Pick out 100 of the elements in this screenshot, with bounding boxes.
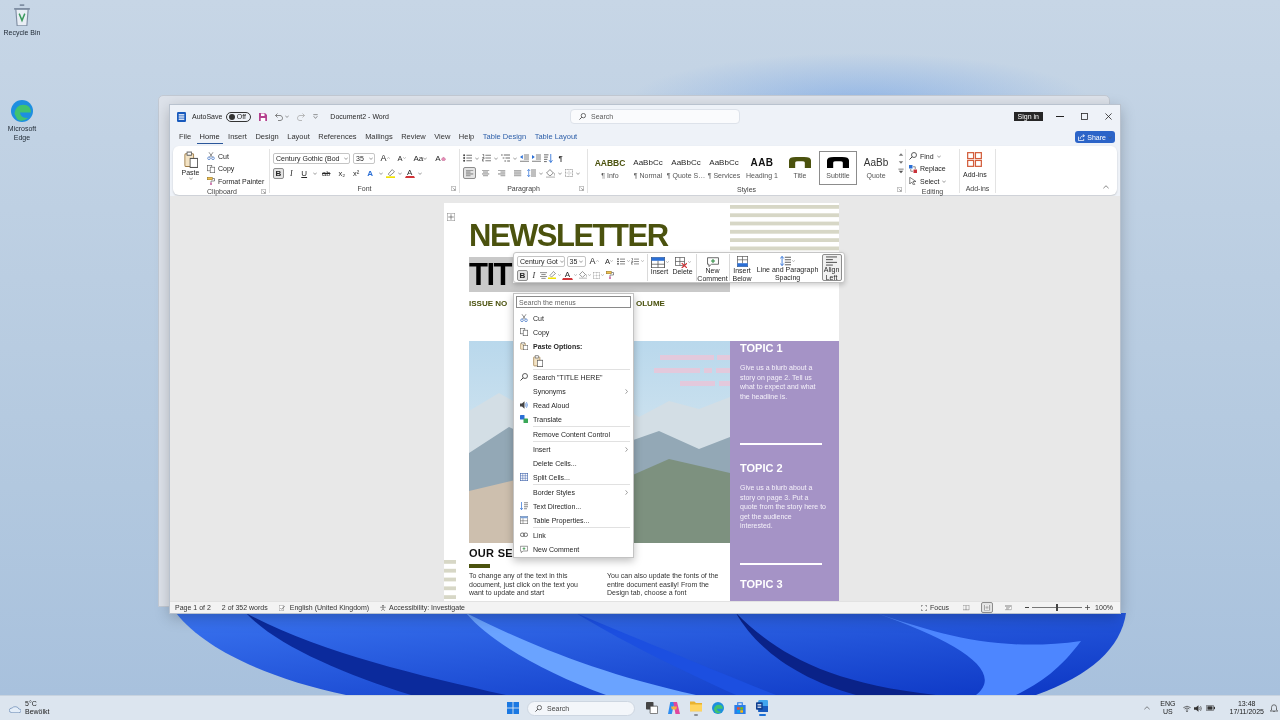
dialog-launcher-icon[interactable] <box>451 186 456 191</box>
borders-icon[interactable] <box>592 271 600 279</box>
caret-icon[interactable] <box>397 171 402 175</box>
paste-icon[interactable] <box>533 355 543 367</box>
clear-formatting-button[interactable]: A <box>432 152 449 164</box>
caret-icon <box>687 261 691 263</box>
change-case-button[interactable]: Aa <box>411 152 430 164</box>
highlighter-icon[interactable] <box>385 168 395 178</box>
caret-icon[interactable] <box>494 156 498 160</box>
dialog-launcher-icon[interactable] <box>897 186 902 192</box>
bold-button[interactable]: B <box>517 269 528 281</box>
style-preview-text: AaBb <box>863 156 889 169</box>
numbering-icon[interactable] <box>482 154 491 162</box>
cloud-icon[interactable] <box>9 703 21 713</box>
dialog-launcher-icon[interactable] <box>261 188 266 194</box>
paint-bucket-icon[interactable] <box>578 271 587 279</box>
save-icon[interactable] <box>259 112 268 121</box>
start-icon[interactable] <box>507 702 519 714</box>
caret-icon[interactable] <box>475 156 479 160</box>
align-left-icon[interactable] <box>463 167 476 179</box>
print-layout-icon[interactable] <box>981 602 994 613</box>
caret-icon[interactable] <box>513 156 517 160</box>
font-color-button[interactable]: A <box>404 168 415 178</box>
paint-bucket-icon[interactable] <box>546 168 555 178</box>
style-preview-text: AAB <box>750 156 774 169</box>
caret-icon[interactable] <box>576 171 580 175</box>
close-icon[interactable] <box>1104 113 1112 120</box>
bell-icon[interactable] <box>1270 704 1278 712</box>
grow-font-button[interactable]: A <box>587 255 601 267</box>
caret-icon[interactable] <box>626 260 630 262</box>
italic-button[interactable]: I <box>529 269 539 281</box>
maximize-icon[interactable] <box>1080 113 1088 120</box>
align-right-icon[interactable] <box>495 167 508 179</box>
caret-icon[interactable] <box>601 274 605 276</box>
increase-indent-icon[interactable] <box>532 154 541 162</box>
bold-button[interactable]: B <box>273 167 284 179</box>
bullets-icon[interactable] <box>463 154 472 162</box>
font-color-button[interactable]: A <box>562 270 573 280</box>
scroll-down-icon[interactable] <box>898 160 904 165</box>
paintbrush-icon[interactable] <box>605 271 614 279</box>
battery-icon[interactable] <box>1206 705 1216 711</box>
folder-icon[interactable] <box>690 700 702 712</box>
chevron-up-icon[interactable] <box>1144 706 1151 710</box>
multilevel-list-icon[interactable] <box>501 154 510 162</box>
zoom-slider-thumb[interactable] <box>1056 604 1059 611</box>
caret-icon <box>1108 135 1112 139</box>
copy-icon <box>520 328 528 336</box>
document-app-icon[interactable] <box>756 700 768 712</box>
borders-icon[interactable] <box>565 169 573 177</box>
caret-icon[interactable] <box>539 171 543 175</box>
caret-icon[interactable] <box>574 274 578 276</box>
search-icon <box>909 152 917 161</box>
sort-icon[interactable] <box>544 153 553 163</box>
table-grid-icon <box>520 473 528 481</box>
task-view-icon[interactable] <box>646 702 658 714</box>
more-styles-icon[interactable] <box>898 168 904 174</box>
numbering-icon[interactable] <box>631 257 640 265</box>
caret-icon[interactable] <box>588 274 592 276</box>
caret-icon[interactable] <box>312 171 317 175</box>
undo-icon[interactable] <box>275 112 284 121</box>
collapse-ribbon-icon[interactable] <box>1103 185 1109 189</box>
wifi-icon[interactable] <box>1183 704 1192 712</box>
caret-icon <box>423 156 428 160</box>
caret-icon[interactable] <box>558 171 562 175</box>
proofing-icon[interactable] <box>278 604 285 611</box>
customize-toolbar-icon[interactable] <box>313 114 319 119</box>
text-effects-button[interactable]: A <box>364 167 376 179</box>
move-handle-icon[interactable] <box>447 213 455 221</box>
show-marks-button[interactable]: ¶ <box>556 152 566 164</box>
decrease-indent-icon[interactable] <box>520 154 529 162</box>
browser-icon[interactable] <box>712 702 724 714</box>
caret-icon <box>188 177 193 180</box>
caret-icon[interactable] <box>557 274 561 276</box>
caret-icon[interactable] <box>285 115 290 118</box>
bullets-icon[interactable] <box>617 257 626 265</box>
recycle-bin-icon[interactable] <box>13 4 31 26</box>
speaker-icon[interactable] <box>1194 704 1203 712</box>
caret-icon[interactable] <box>378 171 383 175</box>
line-spacing-icon[interactable] <box>527 169 536 177</box>
caret-icon <box>610 260 614 262</box>
dialog-launcher-icon[interactable] <box>579 186 584 191</box>
accessibility-icon[interactable] <box>380 604 387 611</box>
grow-font-button[interactable]: A <box>378 152 392 164</box>
focus-icon[interactable] <box>921 604 928 611</box>
italic-button[interactable]: I <box>286 167 296 179</box>
zoom-in-icon[interactable] <box>1085 605 1091 610</box>
chevron-right-icon <box>625 446 628 452</box>
underline-button[interactable]: U <box>298 167 310 179</box>
caret-icon[interactable] <box>640 260 644 262</box>
shopping-bag-icon[interactable] <box>734 702 746 714</box>
caret-icon <box>942 179 947 183</box>
align-center-icon[interactable] <box>539 271 547 279</box>
highlighter-icon[interactable] <box>548 271 557 279</box>
justify-icon[interactable] <box>511 167 524 179</box>
petal-logo-icon[interactable] <box>668 702 680 714</box>
browser-icon[interactable] <box>11 100 33 122</box>
search-icon <box>520 373 528 381</box>
caret-icon[interactable] <box>417 171 422 175</box>
scroll-up-icon[interactable] <box>898 152 904 157</box>
align-center-icon[interactable] <box>479 167 492 179</box>
